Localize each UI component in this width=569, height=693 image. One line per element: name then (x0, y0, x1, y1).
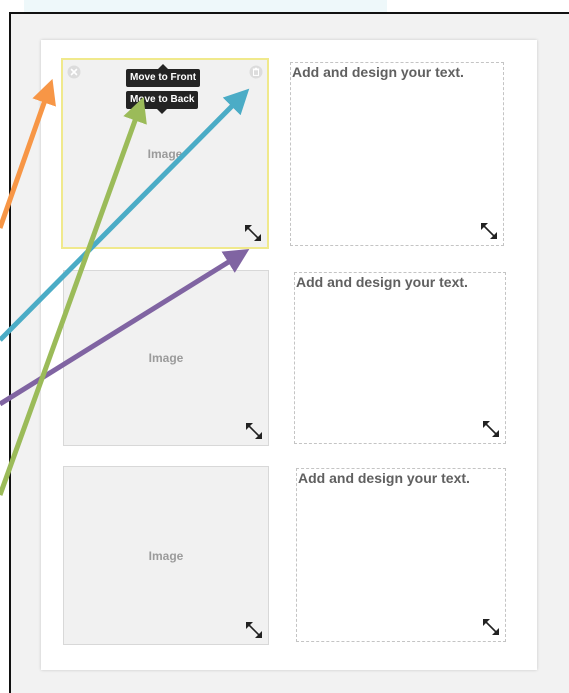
move-to-front-button[interactable]: Move to Front (126, 64, 201, 87)
text-placeholder-label: Add and design your text. (292, 64, 464, 80)
top-strip (24, 0, 387, 12)
resize-handle[interactable] (481, 419, 501, 439)
resize-handle[interactable] (244, 620, 264, 640)
move-to-front-label: Move to Front (130, 72, 197, 83)
image-placeholder[interactable]: Image (63, 270, 269, 446)
image-placeholder[interactable]: Image (63, 466, 269, 645)
image-placeholder-label: Image (148, 548, 184, 563)
resize-handle[interactable] (479, 221, 499, 241)
close-circle-icon[interactable] (67, 65, 81, 79)
image-placeholder-label: Image (147, 146, 183, 161)
move-to-back-label: Move to Back (130, 94, 195, 105)
resize-handle[interactable] (244, 421, 264, 441)
page-canvas: Image Add and design your text. Image Ad… (41, 40, 537, 670)
tooltip-pointer (157, 109, 168, 114)
trash-icon[interactable] (249, 65, 263, 79)
text-placeholder[interactable]: Add and design your text. (290, 62, 504, 246)
resize-handle[interactable] (243, 223, 263, 243)
text-placeholder[interactable]: Add and design your text. (296, 468, 506, 642)
text-placeholder-label: Add and design your text. (296, 274, 468, 290)
tooltip-pointer (158, 64, 169, 69)
text-placeholder[interactable]: Add and design your text. (294, 272, 506, 444)
resize-handle[interactable] (481, 617, 501, 637)
image-placeholder-label: Image (148, 351, 184, 365)
text-placeholder-label: Add and design your text. (298, 470, 470, 486)
move-to-back-button[interactable]: Move to Back (126, 91, 199, 114)
